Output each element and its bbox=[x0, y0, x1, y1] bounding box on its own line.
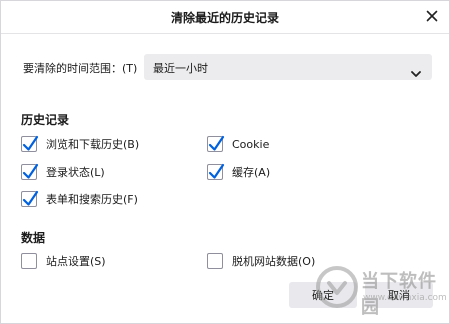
checkbox-site-settings[interactable]: 站点设置(S) bbox=[21, 252, 106, 270]
watermark: 当下软件园 www.downxia.com bbox=[315, 259, 447, 318]
checkbox[interactable] bbox=[207, 253, 223, 269]
history-section-title: 历史记录 bbox=[21, 113, 70, 127]
checkbox-label: 缓存(A) bbox=[232, 166, 271, 179]
close-icon[interactable] bbox=[423, 7, 441, 25]
checkbox-offline-website-data[interactable]: 脱机网站数据(O) bbox=[207, 252, 315, 270]
checkbox[interactable] bbox=[21, 253, 37, 269]
watermark-url: www.downxia.com bbox=[363, 293, 447, 303]
checkbox[interactable] bbox=[21, 163, 39, 180]
dialog-title: 清除最近的历史记录 bbox=[170, 11, 279, 25]
watermark-logo-icon bbox=[316, 266, 358, 308]
data-section-title: 数据 bbox=[21, 231, 46, 245]
checkbox-label: 站点设置(S) bbox=[46, 255, 106, 268]
checkbox[interactable] bbox=[207, 163, 225, 180]
checkbox-cache[interactable]: 缓存(A) bbox=[207, 163, 270, 181]
time-range-label: 要清除的时间范围：(T) bbox=[23, 62, 138, 75]
checkbox[interactable] bbox=[21, 135, 39, 152]
checkbox-browsing-download-history[interactable]: 浏览和下载历史(B) bbox=[21, 135, 139, 153]
checkbox-label: 表单和搜索历史(F) bbox=[46, 193, 138, 206]
time-range-value: 最近一小时 bbox=[153, 62, 208, 75]
checkbox-label: 浏览和下载历史(B) bbox=[46, 138, 140, 151]
checkbox[interactable] bbox=[207, 135, 225, 152]
checkbox-label: 脱机网站数据(O) bbox=[232, 255, 316, 268]
checkbox[interactable] bbox=[21, 190, 39, 207]
clear-history-dialog: 清除最近的历史记录 要清除的时间范围：(T) 最近一小时 历史记录 浏览和下载历… bbox=[0, 0, 450, 324]
checkbox-label: Cookie bbox=[232, 137, 270, 151]
checkbox-form-search-history[interactable]: 表单和搜索历史(F) bbox=[21, 190, 138, 208]
checkbox-cookie[interactable]: Cookie bbox=[207, 135, 269, 153]
chevron-down-icon bbox=[411, 63, 421, 77]
checkbox-label: 登录状态(L) bbox=[46, 166, 105, 179]
dialog-titlebar: 清除最近的历史记录 bbox=[1, 1, 449, 34]
checkbox-login-state[interactable]: 登录状态(L) bbox=[21, 163, 105, 181]
time-range-select[interactable]: 最近一小时 bbox=[144, 54, 432, 80]
